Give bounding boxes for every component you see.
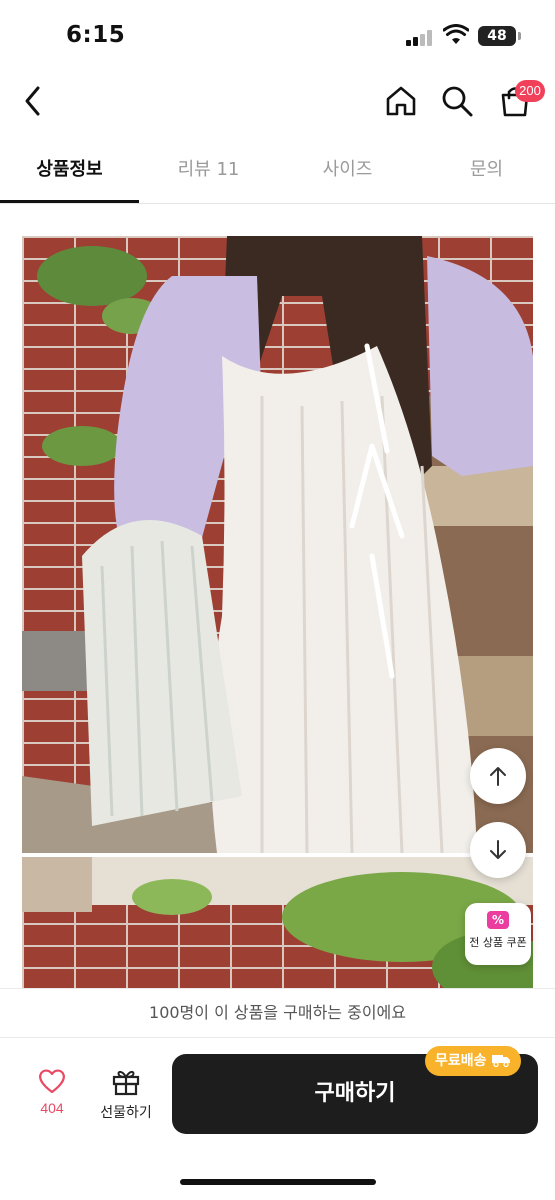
battery-tip	[518, 32, 521, 40]
gift-label: 선물하기	[100, 1105, 152, 1121]
status-time: 6:15	[66, 22, 126, 48]
like-button[interactable]: 404	[28, 1068, 76, 1128]
gift-icon	[112, 1070, 140, 1096]
tab-size[interactable]: 사이즈	[278, 140, 417, 203]
chevron-left-icon	[25, 86, 40, 116]
top-nav	[0, 70, 555, 132]
home-indicator	[180, 1179, 376, 1185]
coupon-icon: %	[487, 911, 509, 929]
product-photo-2	[22, 857, 533, 997]
home-icon	[386, 86, 416, 116]
coupon-label: 전 상품 쿠폰	[469, 936, 527, 949]
tab-product-info[interactable]: 상품정보	[0, 140, 139, 203]
arrow-up-icon	[490, 767, 506, 786]
scroll-down-button[interactable]	[470, 822, 526, 878]
arrow-down-icon	[490, 840, 506, 859]
like-count: 404	[40, 1100, 64, 1116]
battery-icon: 48	[478, 26, 516, 46]
gift-button[interactable]: 선물하기	[90, 1068, 162, 1128]
active-tab-indicator	[0, 200, 139, 203]
scroll-up-button[interactable]	[470, 748, 526, 804]
product-photo-illustration	[22, 236, 533, 853]
free-shipping-badge: 무료배송	[425, 1046, 522, 1076]
search-button[interactable]	[438, 82, 476, 120]
delivery-truck-icon	[492, 1055, 511, 1068]
search-icon	[442, 86, 473, 117]
status-bar: 6:15 48	[0, 0, 555, 70]
tab-inquiry[interactable]: 문의	[417, 140, 555, 203]
product-photo-1	[22, 236, 533, 853]
buyers-count-message: 100명이 이 상품을 구매하는 중이에요	[0, 988, 555, 1038]
tab-reviews[interactable]: 리뷰 11	[139, 140, 278, 203]
all-products-coupon-button[interactable]: % 전 상품 쿠폰	[465, 903, 531, 965]
home-button[interactable]	[382, 82, 420, 120]
cellular-signal-icon	[406, 30, 434, 46]
heart-icon	[39, 1069, 65, 1094]
product-photo-2-illustration	[22, 857, 533, 997]
product-tabs: 상품정보 리뷰 11 사이즈 문의	[0, 140, 555, 204]
wifi-icon	[443, 24, 469, 44]
back-button[interactable]	[14, 82, 52, 120]
free-shipping-label: 무료배송	[435, 1053, 487, 1069]
cart-count-badge: 200	[515, 80, 545, 102]
